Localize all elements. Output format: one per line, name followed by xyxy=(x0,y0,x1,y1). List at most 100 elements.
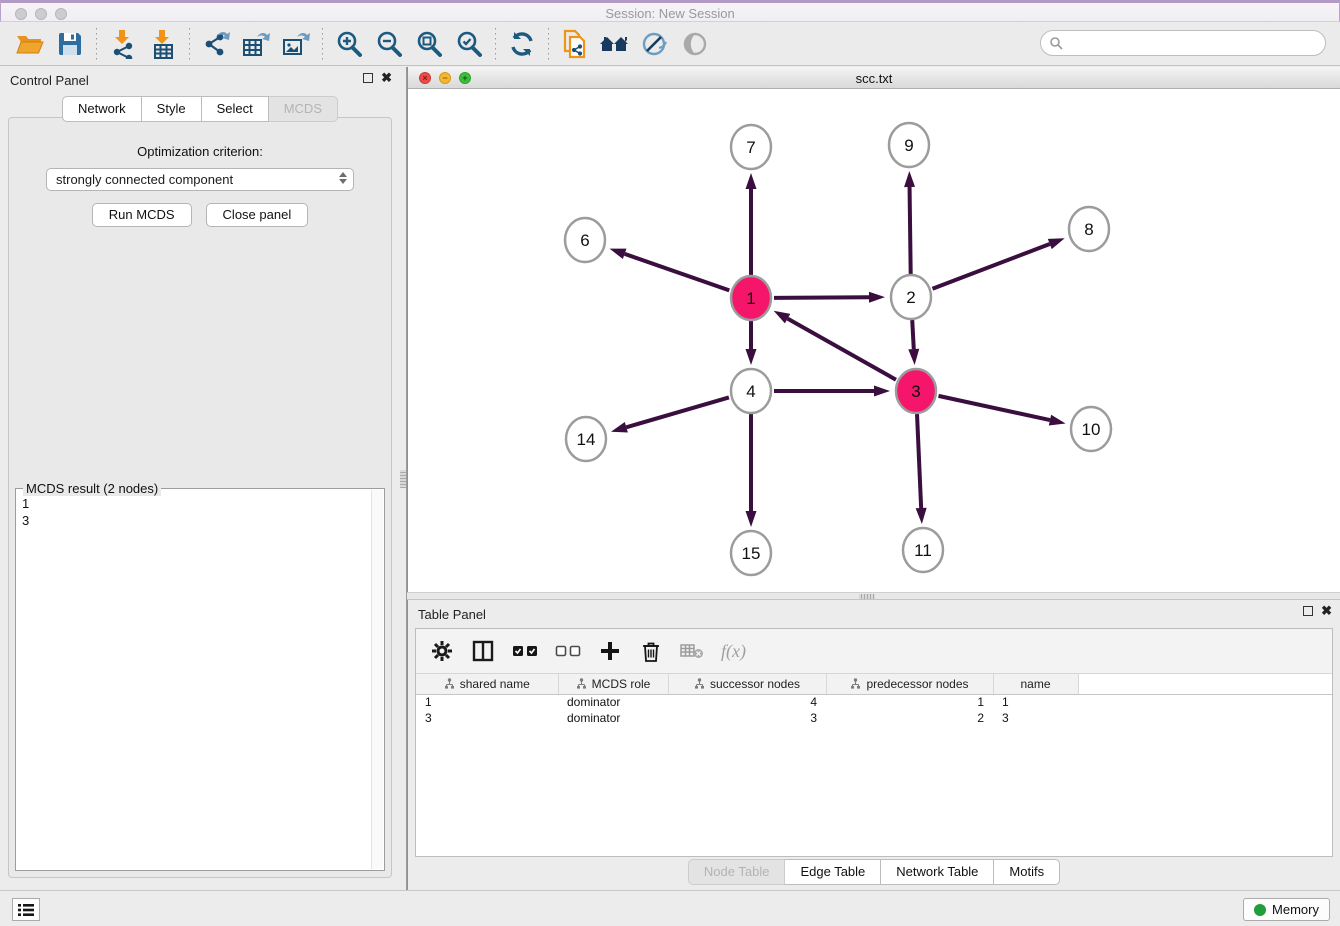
toggle-panel-icon[interactable] xyxy=(471,636,495,666)
graph-node-9[interactable]: 9 xyxy=(889,123,929,167)
network-window-titlebar[interactable]: × − + scc.txt xyxy=(408,67,1340,89)
column-header-filler xyxy=(1078,674,1332,694)
criterion-select[interactable]: strongly connected component xyxy=(46,168,354,191)
edge-4-14[interactable] xyxy=(626,397,729,427)
table-cell[interactable]: 1 xyxy=(993,694,1078,710)
edge-1-6[interactable] xyxy=(625,254,730,291)
splitter-handle[interactable] xyxy=(400,470,406,488)
graph-node-4[interactable]: 4 xyxy=(731,369,771,413)
node-label: 10 xyxy=(1082,420,1101,439)
delete-table-icon[interactable] xyxy=(680,636,704,666)
network-canvas[interactable]: 7 9 6 8 1 2 4 3 14 10 15 11 xyxy=(408,89,1340,592)
tab-network[interactable]: Network xyxy=(62,96,142,122)
graph-node-14[interactable]: 14 xyxy=(566,417,606,461)
mcds-result-title: MCDS result (2 nodes) xyxy=(23,481,161,496)
task-history-button[interactable] xyxy=(12,898,40,921)
graph-node-11[interactable]: 11 xyxy=(903,528,943,572)
graph-node-6[interactable]: 6 xyxy=(565,218,605,262)
table-settings-icon[interactable] xyxy=(430,636,454,666)
toggle-bird-view-icon[interactable] xyxy=(675,27,715,61)
edge-arrowhead xyxy=(746,349,757,365)
tab-edge-table[interactable]: Edge Table xyxy=(785,859,881,885)
search-input[interactable] xyxy=(1063,36,1325,51)
edge-arrowhead xyxy=(746,511,757,527)
table-cell[interactable]: 1 xyxy=(416,694,558,710)
close-panel-icon[interactable]: ✖ xyxy=(1321,606,1332,616)
float-panel-icon[interactable] xyxy=(363,73,373,83)
import-network-icon[interactable] xyxy=(103,27,143,61)
mcds-result-text[interactable]: 1 3 xyxy=(22,495,370,868)
save-session-icon[interactable] xyxy=(50,27,90,61)
export-network-icon[interactable] xyxy=(196,27,236,61)
hide-labels-icon[interactable] xyxy=(635,27,675,61)
edge-3-11[interactable] xyxy=(917,414,921,508)
add-column-icon[interactable] xyxy=(598,636,622,666)
graph-node-2[interactable]: 2 xyxy=(891,275,931,319)
toolbar-search[interactable] xyxy=(1040,30,1326,56)
vertical-splitter[interactable] xyxy=(400,67,407,890)
table-cell[interactable]: 4 xyxy=(668,694,826,710)
close-panel-icon[interactable]: ✖ xyxy=(381,73,392,83)
close-panel-button[interactable]: Close panel xyxy=(206,203,309,227)
table-cell[interactable]: dominator xyxy=(558,710,668,726)
graph-node-8[interactable]: 8 xyxy=(1069,207,1109,251)
edge-2-8[interactable] xyxy=(932,244,1049,289)
graph-node-15[interactable]: 15 xyxy=(731,531,771,575)
memory-button[interactable]: Memory xyxy=(1243,898,1330,921)
table-cell[interactable]: 3 xyxy=(416,710,558,726)
export-image-icon[interactable] xyxy=(276,27,316,61)
node-label: 6 xyxy=(580,231,589,250)
zoom-fit-icon[interactable] xyxy=(409,27,449,61)
edge-3-10[interactable] xyxy=(938,396,1049,420)
run-mcds-button[interactable]: Run MCDS xyxy=(92,203,192,227)
float-panel-icon[interactable] xyxy=(1303,606,1313,616)
tab-select[interactable]: Select xyxy=(202,96,269,122)
column-header-shared-name[interactable]: shared name xyxy=(416,674,558,694)
cybrowser-home-icon[interactable] xyxy=(595,27,635,61)
export-table-icon[interactable] xyxy=(236,27,276,61)
zoom-in-icon[interactable] xyxy=(329,27,369,61)
tab-style[interactable]: Style xyxy=(142,96,202,122)
deselect-all-columns-icon[interactable] xyxy=(555,636,581,666)
edge-arrowhead xyxy=(1049,415,1066,426)
select-all-columns-icon[interactable] xyxy=(512,636,538,666)
table-row[interactable]: 3dominator323 xyxy=(416,710,1332,726)
graph-node-1[interactable]: 1 xyxy=(731,276,771,320)
tab-mcds[interactable]: MCDS xyxy=(269,96,338,122)
tab-network-table[interactable]: Network Table xyxy=(881,859,994,885)
table-cell[interactable]: dominator xyxy=(558,694,668,710)
horizontal-splitter[interactable] xyxy=(407,592,1340,600)
graph-node-10[interactable]: 10 xyxy=(1071,407,1111,451)
result-scrollbar[interactable] xyxy=(371,490,383,869)
column-header-name[interactable]: name xyxy=(993,674,1078,694)
edge-1-2[interactable] xyxy=(774,297,869,298)
function-builder-icon[interactable]: f(x) xyxy=(721,636,746,666)
column-header-predecessor-nodes[interactable]: predecessor nodes xyxy=(826,674,993,694)
table-cell[interactable]: 2 xyxy=(826,710,993,726)
import-table-icon[interactable] xyxy=(143,27,183,61)
table-row[interactable]: 1dominator411 xyxy=(416,694,1332,710)
clone-network-icon[interactable] xyxy=(555,27,595,61)
toolbar-separator xyxy=(548,28,549,60)
refresh-icon[interactable] xyxy=(502,27,542,61)
table-cell[interactable]: 3 xyxy=(668,710,826,726)
table-cell[interactable]: 3 xyxy=(993,710,1078,726)
edge-2-9[interactable] xyxy=(910,187,911,274)
graph-node-3[interactable]: 3 xyxy=(896,369,936,413)
column-header-successor-nodes[interactable]: successor nodes xyxy=(668,674,826,694)
zoom-selected-icon[interactable] xyxy=(449,27,489,61)
graph-node-7[interactable]: 7 xyxy=(731,125,771,169)
optimization-criterion-label: Optimization criterion: xyxy=(9,144,391,159)
zoom-out-icon[interactable] xyxy=(369,27,409,61)
splitter-handle[interactable] xyxy=(859,594,875,599)
column-header-MCDS-role[interactable]: MCDS role xyxy=(558,674,668,694)
tab-motifs[interactable]: Motifs xyxy=(994,859,1060,885)
edge-2-3[interactable] xyxy=(912,320,914,349)
column-type-icon xyxy=(694,678,705,689)
open-file-icon[interactable] xyxy=(10,27,50,61)
edge-3-1[interactable] xyxy=(788,319,896,380)
column-type-icon xyxy=(576,678,587,689)
table-cell[interactable]: 1 xyxy=(826,694,993,710)
delete-column-icon[interactable] xyxy=(639,636,663,666)
tab-node-table[interactable]: Node Table xyxy=(688,859,786,885)
